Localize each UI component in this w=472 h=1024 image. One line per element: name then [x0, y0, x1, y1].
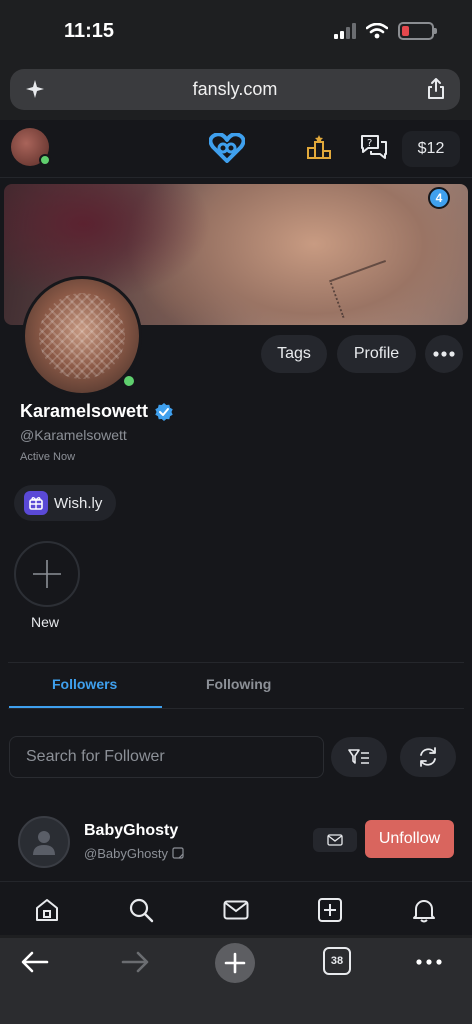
- more-options-button[interactable]: [425, 335, 463, 373]
- mail-icon: [327, 834, 343, 846]
- tab-followers[interactable]: Followers: [52, 676, 117, 692]
- plus-square-icon: [318, 898, 342, 922]
- new-story-label: New: [31, 614, 60, 630]
- battery-icon: [398, 22, 437, 40]
- nav-avatar[interactable]: [11, 128, 51, 166]
- create-post-button[interactable]: [316, 896, 344, 924]
- follower-row[interactable]: BabyGhosty @BabyGhosty Unfollow: [0, 810, 472, 878]
- share-icon[interactable]: [426, 77, 446, 101]
- filter-button[interactable]: [331, 737, 387, 777]
- more-horizontal-icon: [416, 959, 442, 965]
- user-placeholder-icon: [33, 831, 55, 855]
- messages-button[interactable]: [222, 896, 250, 924]
- wishly-icon: [24, 491, 48, 515]
- profile-button[interactable]: Profile: [337, 335, 416, 373]
- notification-count-badge: 4: [428, 187, 450, 209]
- verified-badge-icon: [155, 402, 173, 421]
- new-story-button[interactable]: [14, 541, 80, 607]
- follower-search-input[interactable]: [9, 736, 324, 778]
- browser-toolbar: 38: [0, 938, 472, 1024]
- message-button[interactable]: [313, 828, 357, 852]
- support-chat-icon[interactable]: ?: [359, 133, 389, 161]
- new-tab-button[interactable]: [215, 943, 255, 983]
- status-bar: 11:15: [0, 0, 472, 62]
- wishlist-link[interactable]: Wish.ly: [14, 485, 117, 521]
- bell-icon: [413, 900, 435, 923]
- tab-following[interactable]: Following: [206, 676, 271, 692]
- divider: [8, 662, 464, 663]
- plus-icon: [224, 952, 246, 974]
- refresh-button[interactable]: [400, 737, 456, 777]
- display-name-text: Karamelsowett: [20, 401, 149, 421]
- sparkle-icon[interactable]: [24, 78, 46, 100]
- leaderboard-icon[interactable]: [306, 134, 332, 160]
- mail-icon: [223, 900, 249, 920]
- url-bar[interactable]: fansly.com: [10, 69, 460, 110]
- svg-text:?: ?: [367, 138, 372, 149]
- url-text[interactable]: fansly.com: [193, 79, 278, 100]
- note-icon[interactable]: [172, 847, 185, 860]
- bottom-nav: [0, 881, 472, 935]
- more-button[interactable]: [414, 944, 444, 980]
- arrow-right-icon: [121, 951, 149, 973]
- online-indicator: [39, 154, 51, 166]
- search-icon: [129, 898, 154, 923]
- follower-name[interactable]: BabyGhosty: [84, 822, 178, 840]
- filter-sort-icon: [348, 749, 369, 764]
- app: ? $12 Tags Profile Karamelsowett @Karame…: [0, 120, 472, 935]
- wifi-icon: [366, 23, 388, 39]
- wishlist-label: Wish.ly: [54, 494, 103, 512]
- profile-avatar[interactable]: [22, 276, 142, 396]
- follower-avatar[interactable]: [18, 816, 70, 868]
- tabs-button[interactable]: 38: [323, 947, 351, 975]
- notifications-button[interactable]: [410, 896, 438, 924]
- unfollow-button[interactable]: Unfollow: [365, 820, 454, 858]
- signal-icon: [334, 23, 356, 39]
- home-icon: [36, 899, 58, 921]
- refresh-icon: [420, 747, 436, 767]
- home-button[interactable]: [33, 896, 61, 924]
- follower-handle-row: @BabyGhosty: [84, 846, 185, 861]
- profile-handle: @Karamelsowett: [20, 427, 127, 443]
- status-icons: [334, 22, 437, 40]
- forward-button[interactable]: [120, 944, 150, 980]
- more-horizontal-icon: [433, 351, 455, 357]
- plus-icon: [33, 560, 61, 588]
- tags-button[interactable]: Tags: [261, 335, 327, 373]
- search-button[interactable]: [127, 896, 155, 924]
- online-indicator: [121, 373, 137, 389]
- active-status: Active Now: [20, 451, 76, 463]
- wallet-balance[interactable]: $12: [402, 131, 460, 167]
- top-nav: ? $12: [0, 120, 472, 178]
- follower-handle: @BabyGhosty: [84, 846, 169, 861]
- back-button[interactable]: [20, 944, 50, 980]
- divider: [8, 708, 464, 709]
- fansly-logo-icon[interactable]: [209, 133, 245, 163]
- display-name: Karamelsowett: [20, 401, 174, 422]
- status-time: 11:15: [64, 20, 115, 42]
- arrow-left-icon: [21, 951, 49, 973]
